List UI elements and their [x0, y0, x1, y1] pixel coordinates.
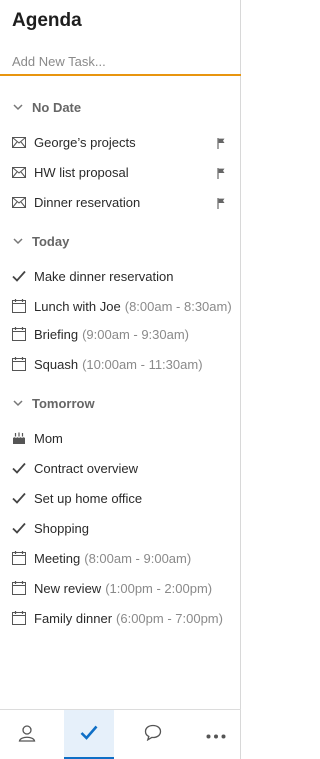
- event-label: Mom: [34, 430, 63, 446]
- checkmark-icon: [80, 725, 98, 745]
- flag-icon[interactable]: [217, 166, 227, 179]
- event-label: New review: [34, 580, 102, 596]
- task-item[interactable]: Dinner reservation: [0, 189, 241, 215]
- event-label: Briefing: [34, 326, 79, 342]
- section-label: Tomorrow: [32, 395, 95, 411]
- calendar-icon: [11, 356, 27, 372]
- event-time: (6:00pm - 7:00pm): [116, 610, 223, 626]
- chevron-down-icon: [12, 101, 24, 113]
- envelope-icon: [11, 134, 27, 150]
- checkmark-icon[interactable]: [11, 520, 27, 536]
- task-label: Dinner reservation: [34, 194, 141, 210]
- bottom-tab-bar: [0, 709, 241, 759]
- task-item[interactable]: Set up home office: [0, 485, 241, 511]
- task-label: Make dinner reservation: [34, 268, 174, 284]
- task-item[interactable]: George’s projects: [0, 129, 241, 155]
- event-time: (1:00pm - 2:00pm): [105, 580, 213, 596]
- calendar-icon: [11, 326, 27, 342]
- event-item[interactable]: New review (1:00pm - 2:00pm): [0, 575, 241, 601]
- event-label: Squash: [34, 356, 79, 372]
- chat-bubble-icon: [144, 724, 162, 746]
- task-label: Contract overview: [34, 460, 139, 476]
- event-time: (8:00am - 9:00am): [84, 550, 192, 566]
- envelope-icon: [11, 164, 27, 180]
- event-label: Meeting: [34, 550, 81, 566]
- event-time: (8:00am - 8:30am): [124, 298, 232, 314]
- task-item[interactable]: Shopping: [0, 515, 241, 541]
- envelope-icon: [11, 194, 27, 210]
- event-time: (9:00am - 9:30am): [82, 326, 190, 342]
- task-label: George’s projects: [34, 134, 136, 150]
- task-item[interactable]: Contract overview: [0, 455, 241, 481]
- checkmark-icon[interactable]: [11, 268, 27, 284]
- event-label: Family dinner: [34, 610, 113, 626]
- flag-icon[interactable]: [217, 196, 227, 209]
- tab-tasks[interactable]: [64, 710, 114, 759]
- chevron-down-icon: [12, 397, 24, 409]
- section-label: No Date: [32, 99, 82, 115]
- event-item[interactable]: Briefing (9:00am - 9:30am): [0, 321, 241, 347]
- event-time: (10:00am - 11:30am): [82, 356, 203, 372]
- event-item[interactable]: Lunch with Joe (8:00am - 8:30am): [0, 293, 241, 319]
- event-item[interactable]: Mom: [0, 425, 241, 451]
- calendar-icon: [11, 298, 27, 314]
- task-label: HW list proposal: [34, 164, 129, 180]
- birthday-cake-icon: [11, 430, 27, 446]
- task-item[interactable]: HW list proposal: [0, 159, 241, 185]
- calendar-icon: [11, 610, 27, 626]
- more-icon: [206, 726, 226, 744]
- calendar-icon: [11, 550, 27, 566]
- calendar-icon: [11, 580, 27, 596]
- checkmark-icon[interactable]: [11, 490, 27, 506]
- checkmark-icon[interactable]: [11, 460, 27, 476]
- task-label: Shopping: [34, 520, 89, 536]
- section-label: Today: [32, 233, 70, 249]
- flag-icon[interactable]: [217, 136, 227, 149]
- section-header-no-date[interactable]: No Date: [0, 95, 241, 119]
- section-header-tomorrow[interactable]: Tomorrow: [0, 391, 241, 415]
- add-task-input[interactable]: [0, 48, 241, 76]
- person-icon: [18, 724, 36, 747]
- tab-people[interactable]: [2, 710, 52, 759]
- tab-chat[interactable]: [128, 710, 178, 759]
- event-item[interactable]: Meeting (8:00am - 9:00am): [0, 545, 241, 571]
- event-item[interactable]: Squash (10:00am - 11:30am): [0, 351, 241, 377]
- section-header-today[interactable]: Today: [0, 229, 241, 253]
- task-item[interactable]: Make dinner reservation: [0, 263, 241, 289]
- agenda-pane: Agenda No Date George’s projects HW list…: [0, 0, 241, 759]
- tab-more[interactable]: [191, 710, 241, 759]
- task-label: Set up home office: [34, 490, 143, 506]
- page-title: Agenda: [12, 10, 82, 31]
- event-item[interactable]: Family dinner (6:00pm - 7:00pm): [0, 605, 241, 631]
- event-label: Lunch with Joe: [34, 298, 121, 314]
- chevron-down-icon: [12, 235, 24, 247]
